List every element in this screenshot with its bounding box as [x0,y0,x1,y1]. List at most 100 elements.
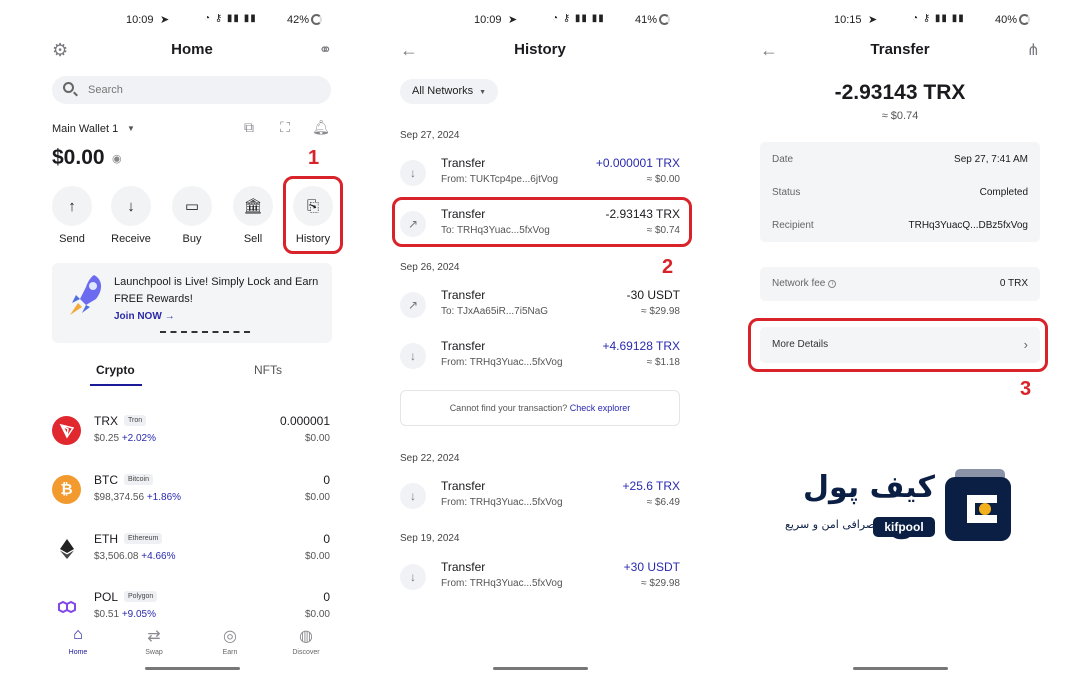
transaction-row[interactable]: ↓ Transfer From: TUKTcp4pe...6jtVog +0.0… [400,156,680,192]
earn-icon: ◎ [223,628,237,645]
swap-icon: ⇄ [147,628,161,645]
price-value: $98,374.56 [94,492,145,503]
copy-icon[interactable]: ⧉ [240,119,258,137]
tab-nfts[interactable]: NFTs [254,363,282,377]
chevron-down-icon[interactable]: ▼ [127,124,135,133]
coin-price: $0.51 +9.05% [94,609,156,620]
coin-row-eth[interactable]: ETH Ethereum $3,506.08 +4.66% 0 $0.00 [52,532,332,572]
transaction-row[interactable]: ↓ Transfer From: TRHq3Yuac...5fxVog +30 … [400,560,680,596]
signal-icon: ◔ ⚷ ▮▮ ▮▮ [204,13,257,24]
telegram-icon: ➤ [868,14,878,26]
transaction-row[interactable]: ↓ Transfer From: TRHq3Yuac...5fxVog +25.… [400,479,680,515]
send-button[interactable]: ↑ Send [52,186,92,245]
status-time: 10:09 [126,14,154,26]
arrow-down-icon: ↓ [400,160,426,186]
rocket-icon [70,275,102,315]
tab-crypto[interactable]: Crypto [96,363,135,377]
join-now-link[interactable]: Join NOW → [114,311,175,322]
nav-earn[interactable]: ◎ Earn [200,626,260,656]
receive-button[interactable]: ↓ Receive [111,186,151,245]
battery-level: 40% [995,14,1018,26]
nav-discover[interactable]: ◍ Discover [276,626,336,656]
brand-slogan-fa: صرافی امن و سریع [785,518,876,531]
tx-title: Transfer [441,156,486,170]
polygon-icon [52,592,81,621]
coin-amount: 0 [323,473,330,487]
wallet-selector[interactable]: Main Wallet 1 [52,123,118,135]
search-icon [63,82,74,93]
tron-icon [52,416,81,445]
buy-button[interactable]: ▭ Buy [172,186,212,245]
coin-symbol: BTC [94,473,118,487]
step-number: 3 [1020,378,1032,400]
arrow-right-icon: → [164,311,175,322]
coin-symbol: ETH [94,532,118,546]
nav-swap[interactable]: ⇄ Swap [124,626,184,656]
home-icon: ⌂ [73,626,83,643]
caret-down-icon: ▼ [479,89,487,96]
status-bar: 10:09 ➤ ◔ ⚷ ▮▮ ▮▮ 41% [390,12,690,28]
transaction-row[interactable]: ↓ Transfer From: TRHq3Yuac...5fxVog +4.6… [400,339,680,375]
coin-usd: $0.00 [304,551,330,562]
tx-title: Transfer [441,560,486,574]
tx-address: To: TJxAa65iR...7i5NaG [441,306,549,317]
detail-key: Date [772,154,794,165]
tx-usd: ≈ $1.18 [646,357,680,368]
card-icon: ▭ [172,186,212,226]
price-change: +4.66% [141,551,176,562]
transfer-details-card: Date Sep 27, 7:41 AM Status Completed Re… [760,142,1040,242]
sell-button[interactable]: 🏛︎ Sell [233,186,273,245]
coin-price: $98,374.56 +1.86% [94,492,181,503]
tx-title: Transfer [441,479,486,493]
scan-icon[interactable]: ⛶ [276,119,294,137]
status-time: 10:15 [834,14,862,26]
transfer-amount: -2.93143 TRX [834,81,966,104]
battery-level: 41% [635,14,658,26]
tx-usd: ≈ $6.49 [646,497,680,508]
coin-row-btc[interactable]: ₿ BTC Bitcoin $98,374.56 +1.86% 0 $0.00 [52,473,332,513]
coin-usd: $0.00 [304,433,330,444]
nav-discover-label: Discover [292,649,320,656]
detail-value: Completed [979,187,1028,198]
promo-banner[interactable]: Launchpool is Live! Simply Lock and Earn… [52,263,332,343]
home-indicator [145,667,240,670]
coin-row-pol[interactable]: POL Polygon $0.51 +9.05% 0 $0.00 [52,590,332,630]
coin-tag: Polygon [124,591,158,602]
price-change: +1.86% [146,492,182,503]
coin-usd: $0.00 [304,609,330,620]
tx-address: From: TRHq3Yuac...5fxVog [441,497,563,508]
transfer-usd: ≈ $0.74 [881,110,919,122]
home-screen: 10:09 ➤ ◔ ⚷ ▮▮ ▮▮ 42% ⚙ Home ⚭ Search Ma… [42,0,343,675]
date-header: Sep 22, 2024 [400,453,460,464]
arrow-down-icon: ↓ [400,564,426,590]
eye-icon[interactable]: ◉ [112,152,122,165]
carousel-indicator [160,331,250,333]
search-placeholder: Search [88,84,123,96]
nav-home[interactable]: ⌂ Home [48,626,108,656]
coin-price: $0.25 +2.02% [94,433,156,444]
coin-tag: Tron [124,415,147,426]
network-filter-label: All Networks [412,85,474,97]
transaction-row[interactable]: ↗ Transfer To: TJxAa65iR...7i5NaG -30 US… [400,288,680,324]
info-icon[interactable]: i [828,280,837,288]
battery-level: 42% [287,14,310,26]
search-input[interactable]: Search [52,76,331,104]
share-icon[interactable]: ⋔ [1027,40,1040,60]
detail-value[interactable]: TRHq3YuacQ...DBz5fxVog [908,220,1028,231]
coin-row-trx[interactable]: TRX Tron $0.25 +2.02% 0.000001 $0.00 [52,414,332,454]
nav-swap-label: Swap [145,649,163,656]
check-explorer-link[interactable]: Check explorer [570,403,631,413]
page-title: Home [171,41,213,58]
link-icon[interactable]: ⚭ [319,40,332,60]
coin-usd: $0.00 [304,492,330,503]
bell-icon[interactable]: 🔔︎ [312,119,330,137]
network-filter[interactable]: All Networks ▼ [400,79,499,104]
tx-amount: +0.000001 TRX [595,156,680,170]
coin-amount: 0 [323,532,330,546]
detail-key: Status [772,187,801,198]
tx-amount: -30 USDT [626,288,680,302]
bitcoin-icon: ₿ [52,475,81,504]
page-title: History [514,41,566,58]
arrow-up-icon: ↑ [52,186,92,226]
price-change: +2.02% [121,433,157,444]
